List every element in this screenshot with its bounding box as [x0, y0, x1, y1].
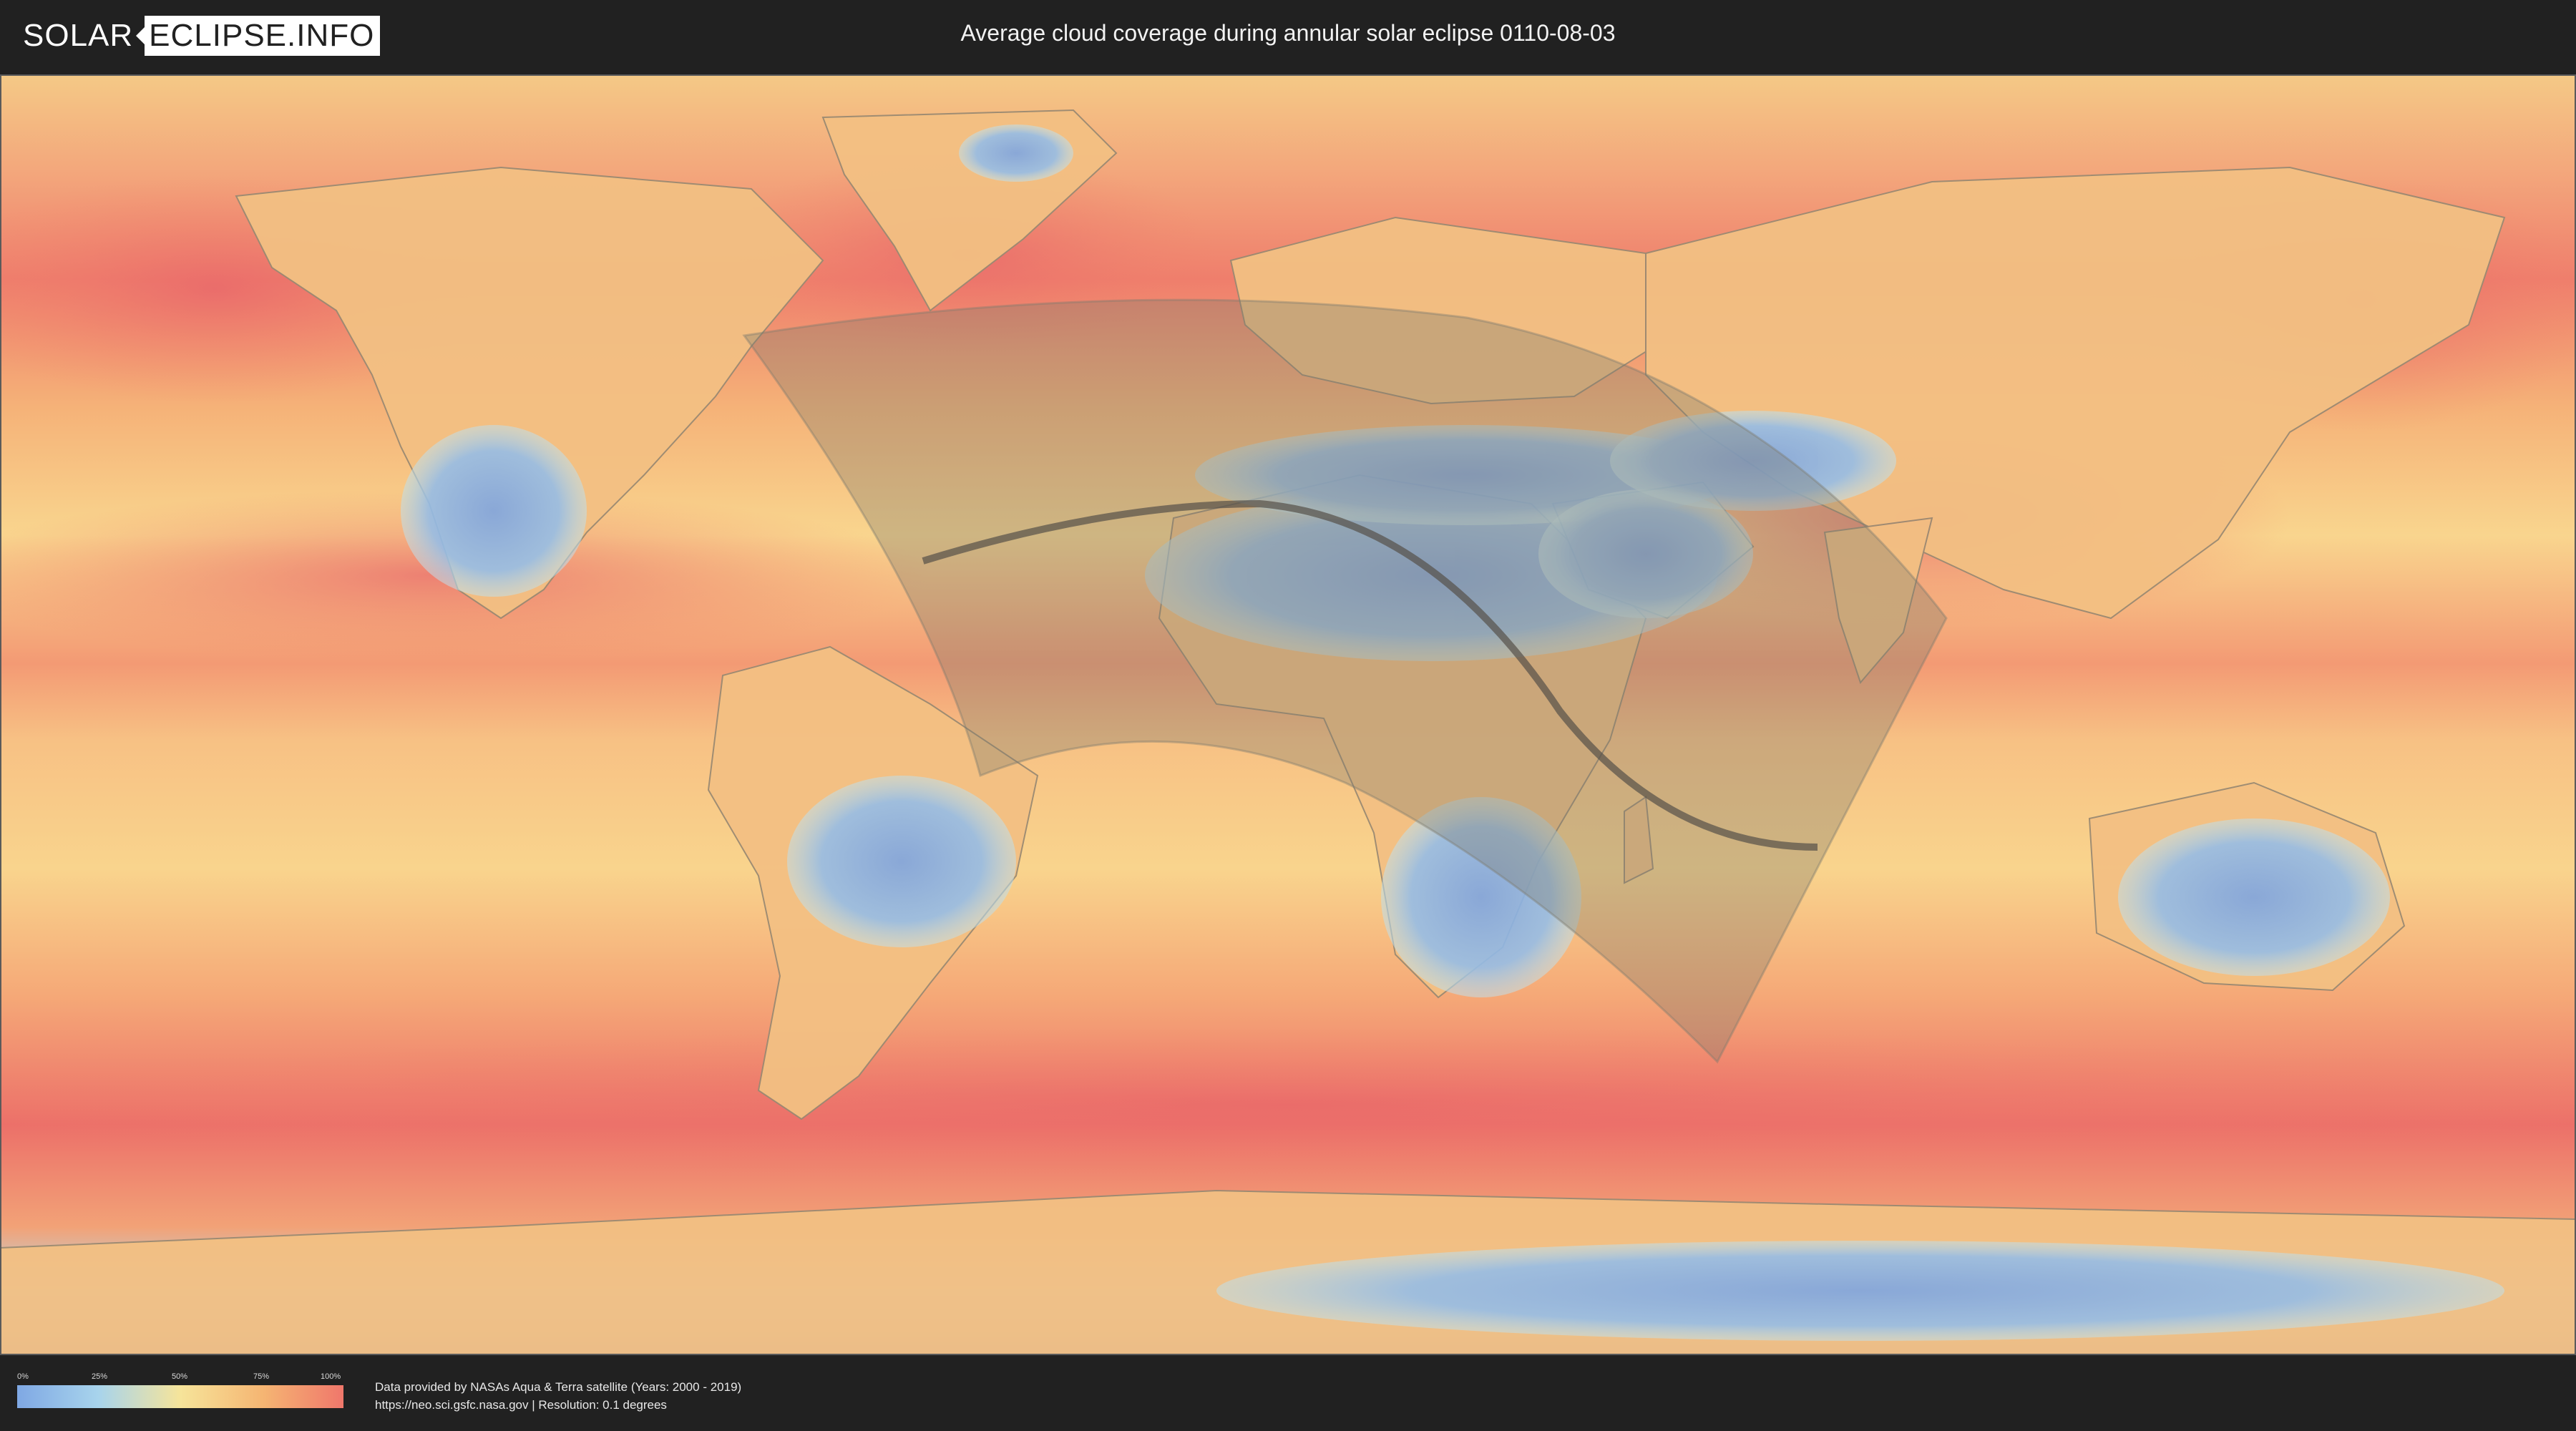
cloud-coverage-map[interactable] [0, 74, 2576, 1355]
page-title: Average cloud coverage during annular so… [960, 20, 1616, 46]
southwest-us-clear [401, 425, 587, 597]
credits-line-source: Data provided by NASAs Aqua & Terra sate… [375, 1380, 742, 1394]
greenland-clear [959, 124, 1073, 182]
data-credits: Data provided by NASAs Aqua & Terra sate… [375, 1378, 741, 1414]
credits-line-url[interactable]: https://neo.sci.gsfc.nasa.gov | Resoluti… [375, 1396, 741, 1414]
footer-bar: 0% 25% 50% 75% 100% Data provided by NAS… [0, 1357, 2576, 1431]
legend-ticks: 0% 25% 50% 75% 100% [17, 1372, 343, 1382]
legend-tick-75: 75% [253, 1372, 270, 1381]
legend-tick-25: 25% [92, 1372, 108, 1381]
legend-tick-50: 50% [172, 1372, 188, 1381]
legend-color-bar [17, 1385, 343, 1408]
coverage-legend: 0% 25% 50% 75% 100% [17, 1372, 343, 1411]
brazil-clear [787, 776, 1016, 947]
header-bar: SOLAR ECLIPSE.INFO Average cloud coverag… [0, 0, 2576, 72]
australia-clear [2118, 819, 2390, 976]
southern-cloud-band [0, 1026, 2576, 1183]
antarctica-clear [1216, 1241, 2504, 1341]
legend-tick-100: 100% [321, 1372, 341, 1381]
legend-tick-0: 0% [17, 1372, 29, 1381]
